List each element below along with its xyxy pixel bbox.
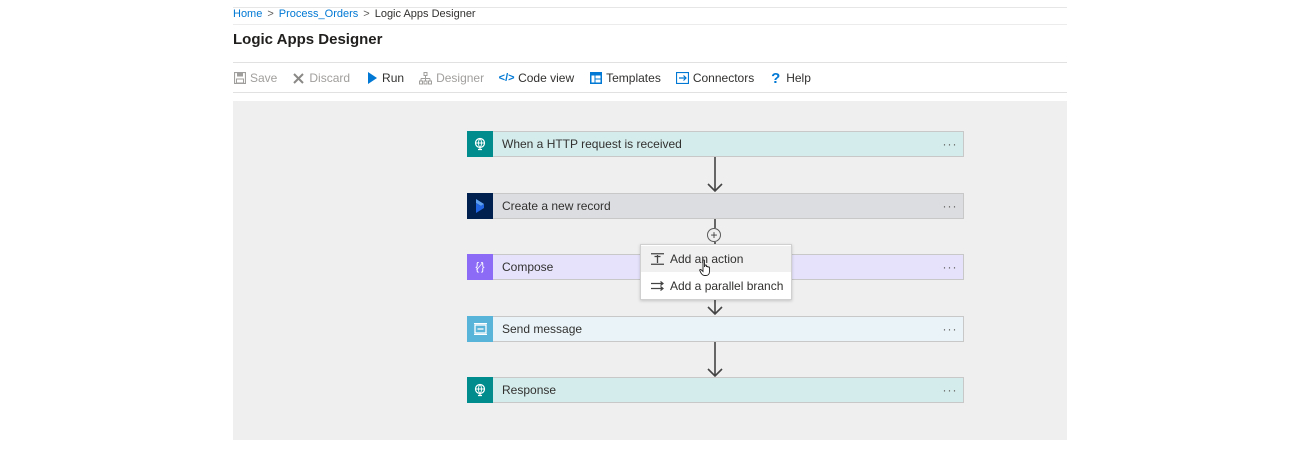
breadcrumb-current: Logic Apps Designer [374,8,476,20]
save-button[interactable]: Save [233,71,277,85]
add-action-icon [650,253,664,265]
code-view-label: Code view [518,71,575,85]
designer-icon [419,71,433,85]
step-title: Send message [502,322,583,336]
run-button[interactable]: Run [365,71,404,85]
compose-icon: {⁄} [467,254,493,280]
help-icon: ? [771,69,781,87]
service-bus-icon [467,316,493,342]
step-card-http-trigger[interactable]: When a HTTP request is received ··· [467,131,964,157]
more-options-icon[interactable]: ··· [937,260,963,274]
step-card-send-message[interactable]: Send message ··· [467,316,964,342]
discard-label: Discard [309,71,351,85]
connectors-label: Connectors [692,71,755,85]
code-icon: </> [498,72,515,84]
code-view-button[interactable]: </> Code view [499,71,574,85]
add-parallel-branch-menu-item[interactable]: Add a parallel branch [641,273,791,299]
connector-arrow [707,342,723,378]
response-icon [467,377,493,403]
save-label: Save [250,71,278,85]
add-action-menu-item[interactable]: Add an action [641,246,791,272]
help-label: Help [786,71,811,85]
connectors-icon [675,71,689,85]
add-parallel-branch-label: Add a parallel branch [670,279,784,293]
logic-apps-designer-blade: Home > Process_Orders > Logic Apps Designer … [233,0,1067,440]
close-icon [292,71,305,85]
more-options-icon[interactable]: ··· [937,137,963,151]
step-card-create-record[interactable]: Create a new record ··· [467,193,964,219]
more-options-icon[interactable]: ··· [937,383,963,397]
toolbar-bottom-divider [233,92,1067,93]
breadcrumb-separator: > [267,8,274,20]
templates-button[interactable]: Templates [589,71,661,85]
connectors-button[interactable]: Connectors [675,71,755,85]
save-icon [233,71,246,85]
dynamics-icon [467,193,493,219]
command-bar: Save Discard Run Designer </> Code view [233,67,826,89]
step-card-response[interactable]: Response ··· [467,377,964,403]
designer-canvas[interactable]: When a HTTP request is received ··· Crea… [233,101,1067,440]
discard-button[interactable]: Discard [292,71,350,85]
insert-step-button[interactable]: + [707,228,721,242]
help-button[interactable]: ? Help [769,69,811,87]
play-icon [365,71,378,85]
step-title: Response [502,383,557,397]
connector-arrow [707,157,723,193]
more-options-icon[interactable]: ··· [937,199,963,213]
more-options-icon[interactable]: ··· [937,322,963,336]
templates-label: Templates [606,71,661,85]
designer-button[interactable]: Designer [419,71,484,85]
hand-pointer-icon [699,259,710,276]
templates-icon [589,71,602,85]
breadcrumb-divider [233,24,1067,25]
http-request-icon [467,131,493,157]
run-label: Run [382,71,405,85]
breadcrumb: Home > Process_Orders > Logic Apps Designer [233,8,476,20]
step-title: When a HTTP request is received [502,137,682,151]
breadcrumb-separator: > [363,8,370,20]
parallel-branch-icon [650,281,664,291]
page-title: Logic Apps Designer [233,31,383,48]
breadcrumb-workflow-link[interactable]: Process_Orders [279,8,358,20]
step-title: Create a new record [502,199,611,213]
toolbar-top-divider [233,62,1067,63]
designer-label: Designer [436,71,485,85]
breadcrumb-home-link[interactable]: Home [233,8,262,20]
insert-step-menu: Add an action Add a parallel branch [640,244,792,300]
